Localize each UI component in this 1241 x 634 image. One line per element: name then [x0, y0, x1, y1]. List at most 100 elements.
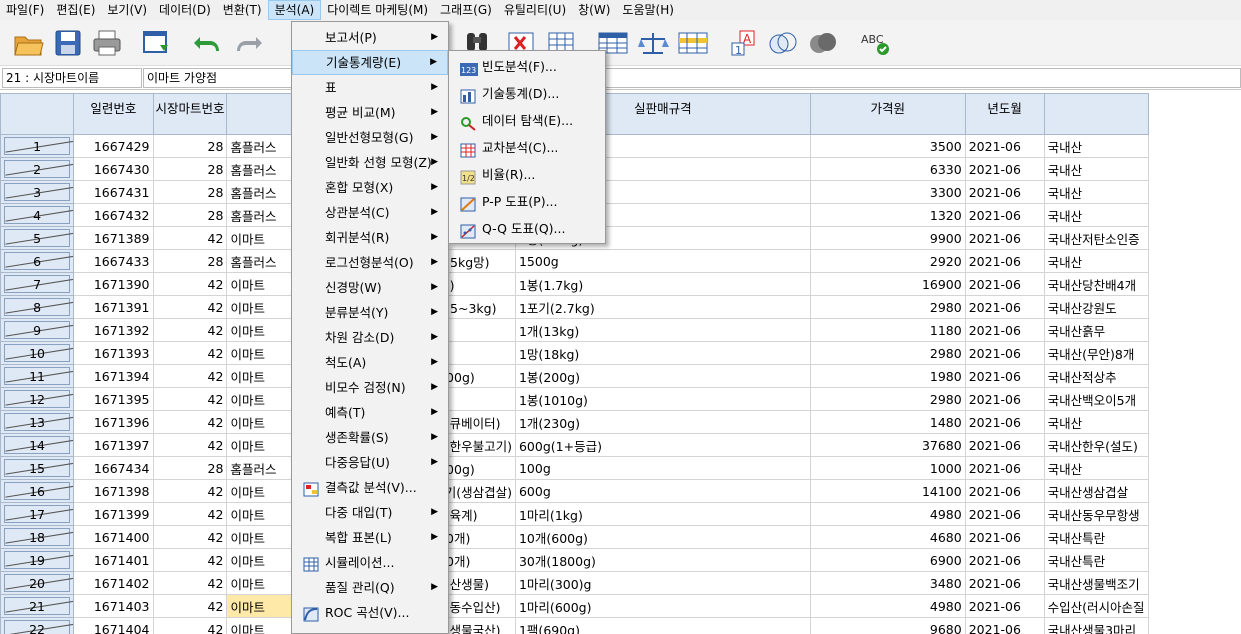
cell[interactable]: 6330 — [809, 157, 966, 181]
cell[interactable]: 42 — [152, 594, 228, 618]
cell[interactable]: 국내산당찬배4개 — [1043, 272, 1149, 296]
cell[interactable]: 28 — [152, 180, 228, 204]
cell[interactable]: 2920 — [809, 249, 966, 273]
row-number[interactable]: 18 — [0, 525, 75, 549]
row-number[interactable]: 22 — [0, 617, 75, 634]
analyze-menu-item[interactable]: 신경망(W) ▶ — [292, 275, 448, 300]
cell[interactable]: 1671402 — [73, 571, 154, 595]
select-cases-icon[interactable] — [676, 26, 710, 60]
spell-check-icon[interactable]: ABC — [858, 26, 892, 60]
analyze-menu-item[interactable]: 평균 비교(M) ▶ — [292, 100, 448, 125]
cell[interactable]: 42 — [152, 226, 228, 250]
cell[interactable]: 42 — [152, 479, 228, 503]
row-number[interactable]: 6 — [0, 249, 75, 273]
menu-5[interactable]: 분석(A) — [267, 0, 322, 20]
cell[interactable]: 2021-06 — [964, 617, 1045, 634]
cell[interactable]: 4680 — [809, 525, 966, 549]
row-number[interactable]: 17 — [0, 502, 75, 526]
cell[interactable]: 2021-06 — [964, 226, 1045, 250]
dialog-recall-icon[interactable] — [140, 26, 174, 60]
cell[interactable]: 1671399 — [73, 502, 154, 526]
menu-1[interactable]: 편집(E) — [50, 0, 101, 20]
show-all-icon[interactable] — [806, 26, 840, 60]
cell[interactable]: 2021-06 — [964, 594, 1045, 618]
cell[interactable]: 2980 — [809, 295, 966, 319]
analyze-menu-item[interactable]: 보고서(P) ▶ — [292, 25, 448, 50]
cell[interactable]: 국내산특란 — [1043, 548, 1149, 572]
cell-reference[interactable]: 21 : 시장마트이름 — [2, 68, 142, 88]
row-number[interactable]: 11 — [0, 364, 75, 388]
cell[interactable]: 1671390 — [73, 272, 154, 296]
descriptives-submenu-item[interactable]: 기술통계(D)... — [449, 80, 605, 107]
analyze-menu-item[interactable]: 분류분석(Y) ▶ — [292, 300, 448, 325]
analyze-menu-item[interactable]: 생존확률(S) ▶ — [292, 425, 448, 450]
cell[interactable]: 10개(600g) — [514, 525, 811, 549]
cell[interactable]: 600g(1+등급) — [514, 433, 811, 457]
analyze-menu-item[interactable]: 표 ▶ — [292, 75, 448, 100]
cell[interactable]: 6900 — [809, 548, 966, 572]
cell[interactable]: 국내산강원도 — [1043, 295, 1149, 319]
cell[interactable]: 1180 — [809, 318, 966, 342]
cell[interactable]: 1980 — [809, 364, 966, 388]
open-icon[interactable] — [12, 26, 46, 60]
cell[interactable]: 3500 — [809, 134, 966, 158]
analyze-menu-item[interactable]: 복합 표본(L) ▶ — [292, 525, 448, 550]
cell[interactable]: 1마리(600g) — [514, 594, 811, 618]
cell[interactable]: 2021-06 — [964, 272, 1045, 296]
cell[interactable]: 2021-06 — [964, 341, 1045, 365]
row-number[interactable]: 19 — [0, 548, 75, 572]
cell[interactable]: 2021-06 — [964, 364, 1045, 388]
cell[interactable]: 국내산동우무항생 — [1043, 502, 1149, 526]
column-header[interactable]: 가격원 — [809, 93, 966, 135]
row-number[interactable]: 3 — [0, 180, 75, 204]
cell[interactable]: 2021-06 — [964, 157, 1045, 181]
cell[interactable]: 1봉(1010g) — [514, 387, 811, 411]
cell[interactable]: 국내산 — [1043, 203, 1149, 227]
analyze-menu-item[interactable]: 비모수 검정(N) ▶ — [292, 375, 448, 400]
cell[interactable]: 2021-06 — [964, 249, 1045, 273]
cell[interactable]: 2021-06 — [964, 548, 1045, 572]
print-icon[interactable] — [90, 26, 124, 60]
cell[interactable]: 2021-06 — [964, 318, 1045, 342]
cell[interactable]: 국내산 — [1043, 249, 1149, 273]
menu-8[interactable]: 유틸리티(U) — [498, 0, 572, 20]
cell[interactable]: 1봉(1.7kg) — [514, 272, 811, 296]
cell[interactable]: 42 — [152, 364, 228, 388]
analyze-menu-item[interactable]: 일반화 선형 모형(Z) ▶ — [292, 150, 448, 175]
cell[interactable]: 28 — [152, 203, 228, 227]
cell[interactable]: 2021-06 — [964, 502, 1045, 526]
cell[interactable]: 2021-06 — [964, 479, 1045, 503]
cell[interactable]: 1마리(300)g — [514, 571, 811, 595]
cell[interactable]: 42 — [152, 318, 228, 342]
cell[interactable]: 2021-06 — [964, 456, 1045, 480]
cell[interactable]: 16900 — [809, 272, 966, 296]
row-number[interactable]: 15 — [0, 456, 75, 480]
cell[interactable]: 1671393 — [73, 341, 154, 365]
cell[interactable]: 2980 — [809, 387, 966, 411]
cell[interactable]: 4980 — [809, 502, 966, 526]
cell[interactable]: 28 — [152, 456, 228, 480]
cell[interactable]: 1망(18kg) — [514, 341, 811, 365]
cell[interactable]: 28 — [152, 249, 228, 273]
undo-icon[interactable] — [190, 26, 224, 60]
cell[interactable]: 28 — [152, 157, 228, 181]
menu-9[interactable]: 창(W) — [572, 0, 616, 20]
row-number[interactable]: 5 — [0, 226, 75, 250]
cell[interactable]: 600g — [514, 479, 811, 503]
cell[interactable]: 국내산 — [1043, 134, 1149, 158]
cell[interactable]: 1개(13kg) — [514, 318, 811, 342]
cell[interactable]: 2021-06 — [964, 134, 1045, 158]
cell[interactable]: 1671403 — [73, 594, 154, 618]
cell[interactable]: 1667429 — [73, 134, 154, 158]
cell[interactable]: 1667431 — [73, 180, 154, 204]
cell[interactable]: 2021-06 — [964, 433, 1045, 457]
cell[interactable]: 1671389 — [73, 226, 154, 250]
cell[interactable]: 1671398 — [73, 479, 154, 503]
cell[interactable]: 42 — [152, 548, 228, 572]
cell[interactable]: 국내산 — [1043, 410, 1149, 434]
cell[interactable]: 1667432 — [73, 203, 154, 227]
redo-icon[interactable] — [232, 26, 266, 60]
analyze-menu-item[interactable]: 상관분석(C) ▶ — [292, 200, 448, 225]
cell[interactable]: 37680 — [809, 433, 966, 457]
cell[interactable]: 국내산저탄소인증 — [1043, 226, 1149, 250]
